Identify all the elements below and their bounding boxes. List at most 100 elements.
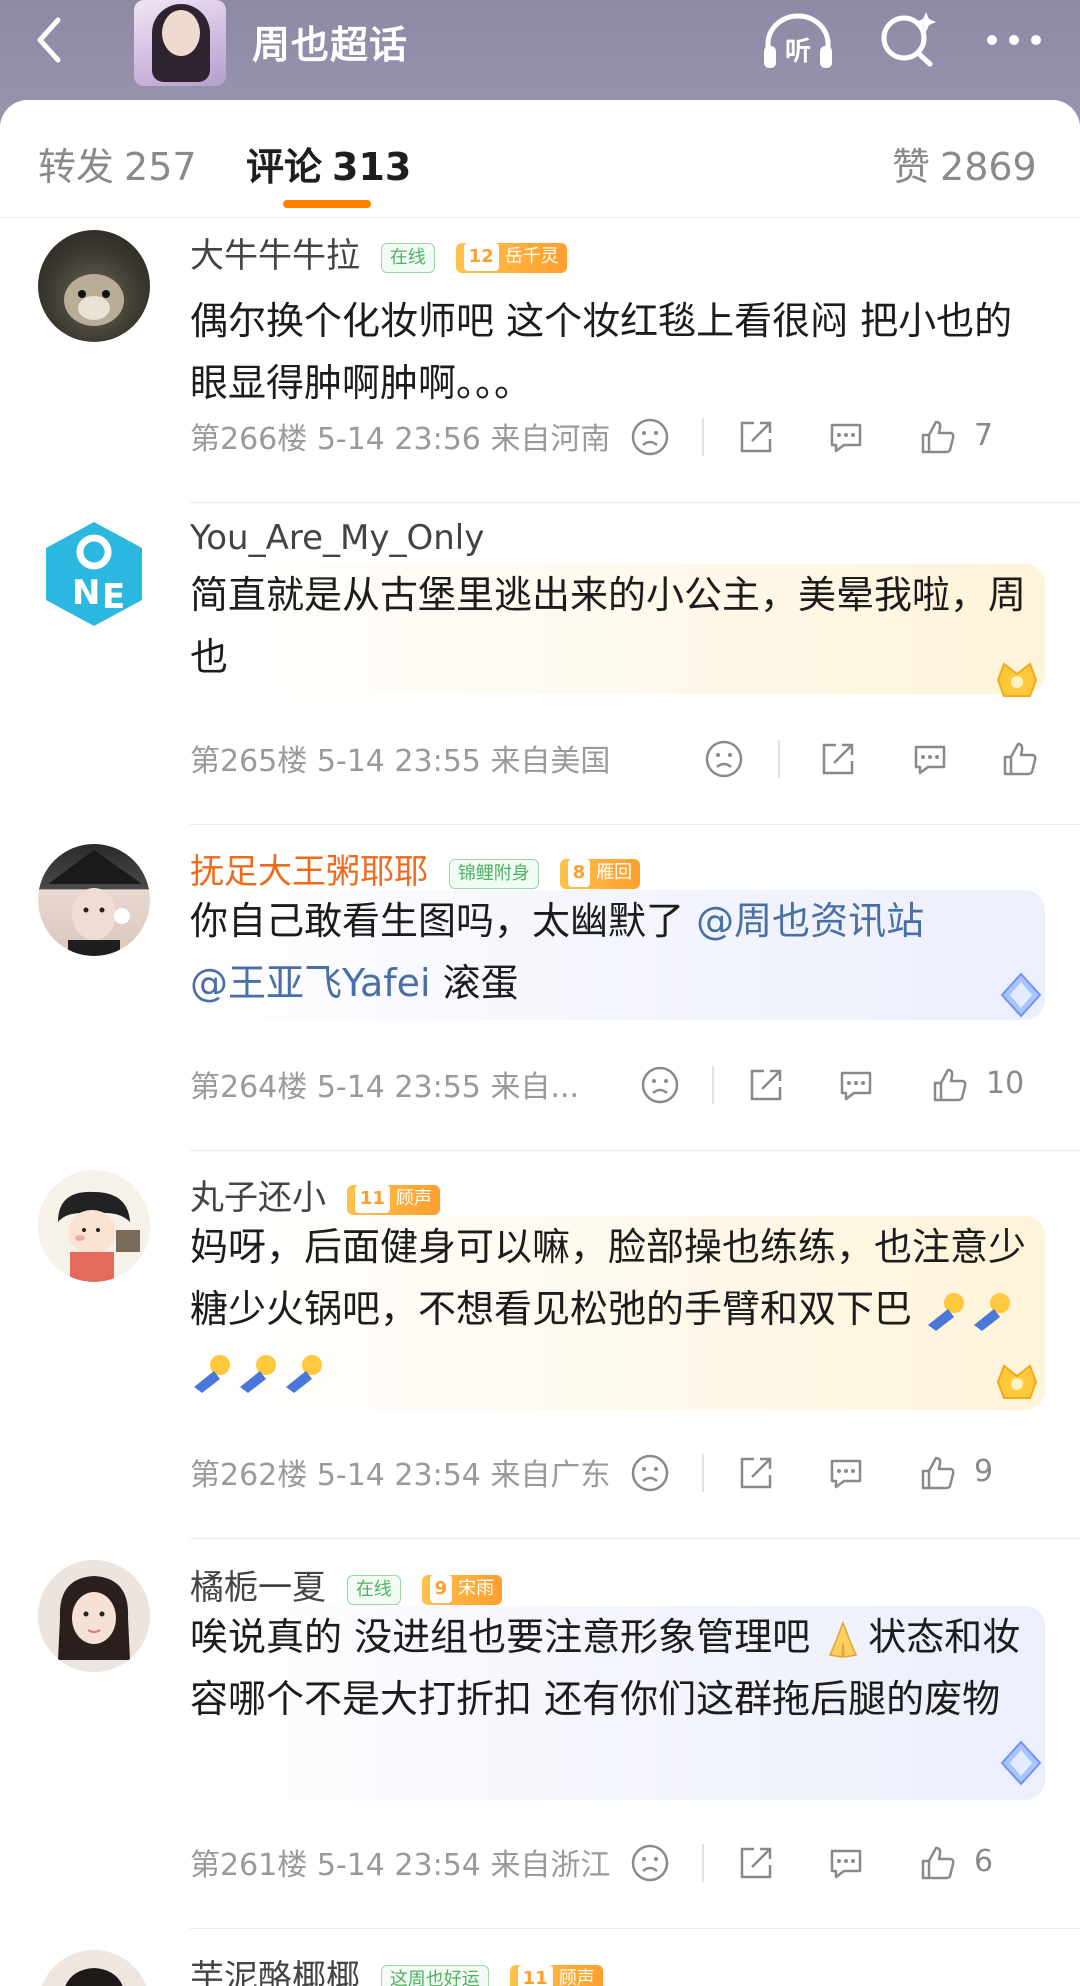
avatar[interactable] (38, 230, 150, 342)
sad-face-icon (631, 1844, 669, 1882)
blue-diamond-badge-icon (1000, 972, 1042, 1018)
avatar[interactable] (38, 1560, 150, 1672)
comment-meta: 第265楼 5-14 23:55 来自美国 (190, 736, 610, 780)
divider (190, 1150, 1080, 1151)
thumbs-up-icon (921, 1846, 955, 1880)
sad-face-icon (631, 1454, 669, 1492)
comment-username[interactable]: You_Are_My_Only (190, 518, 484, 558)
comment-actions: 6 (630, 1838, 1040, 1888)
tab-comments[interactable]: 评论 313 (246, 136, 411, 191)
share-icon (740, 1457, 772, 1489)
tab-likes[interactable]: 赞 2869 (892, 136, 1037, 191)
thumbs-up-icon (921, 420, 955, 454)
like-button[interactable]: 9 (918, 1448, 993, 1498)
more-button[interactable] (982, 20, 1046, 60)
comment-icon (914, 745, 946, 775)
comment-actions: 10 (640, 1060, 1040, 1110)
level-number: 12 (463, 242, 499, 271)
comment-actions: 9 (630, 1448, 1040, 1498)
worship-emoji-icon (194, 1354, 230, 1393)
tab-reposts[interactable]: 转发 257 (38, 136, 197, 191)
comment-time: 5-14 23:56 (316, 422, 481, 457)
reply-button[interactable] (910, 734, 950, 784)
divider (190, 502, 1080, 503)
listen-label: 听 (785, 37, 811, 67)
search-button[interactable] (876, 6, 938, 70)
dislike-button[interactable] (630, 412, 670, 462)
tab-label: 赞 (892, 145, 931, 189)
comment-text: 简直就是从古堡里逃出来的小公主，美晕我啦，周也 (190, 564, 1045, 694)
worship-emoji-icon (240, 1354, 276, 1393)
sad-face-icon (705, 740, 743, 778)
share-button[interactable] (736, 1838, 776, 1888)
comment-username[interactable]: 抚足大王粥耶耶 锦鲤附身 8 雁回 (190, 844, 641, 893)
comment-time: 5-14 23:55 (316, 1070, 481, 1105)
dislike-button[interactable] (640, 1060, 680, 1110)
share-button[interactable] (746, 1060, 786, 1110)
comment-username[interactable]: 大牛牛牛拉 在线 12 岳千灵 (190, 228, 567, 277)
week-luck-badge: 这周也好运 (380, 1964, 489, 1986)
comment-list[interactable]: 大牛牛牛拉 在线 12 岳千灵 偶尔换个化妆师吧 这个妆红毯上看很闷 把小也的眼显… (0, 218, 1080, 1986)
thumbs-up-icon (933, 1068, 967, 1102)
online-badge: 在线 (346, 1574, 401, 1605)
tab-label: 转发 (38, 145, 115, 189)
comment-location: 来自... (490, 1070, 580, 1105)
dislike-button[interactable] (704, 734, 744, 784)
comment-time: 5-14 23:54 (316, 1458, 481, 1493)
like-button[interactable]: 6 (918, 1838, 993, 1888)
listen-button[interactable]: 听 (760, 8, 836, 72)
more-dots-icon (987, 35, 1041, 45)
fan-level-badge: 9 宋雨 (421, 1574, 503, 1605)
share-icon (750, 1069, 782, 1101)
level-number: 9 (429, 1574, 453, 1603)
share-button[interactable] (818, 734, 858, 784)
comment-actions: 7 (630, 412, 1040, 462)
headphones-icon: 听 (764, 13, 832, 68)
share-icon (740, 421, 772, 453)
thumbs-up-icon (921, 1456, 955, 1490)
reply-button[interactable] (826, 1838, 866, 1888)
comment-username[interactable]: 橘栀一夏 在线 9 宋雨 (190, 1560, 503, 1609)
dislike-button[interactable] (630, 1838, 670, 1888)
share-button[interactable] (736, 1448, 776, 1498)
comment-text: 偶尔换个化妆师吧 这个妆红毯上看很闷 把小也的眼显得肿啊肿啊。。。 (190, 299, 1013, 405)
like-count: 10 (986, 1066, 1025, 1101)
comment-username[interactable]: 丸子还小 11 顾声 (190, 1170, 440, 1219)
comment-text: 唉说真的 没进组也要注意形象管理吧 状态和妆容哪个不是大打折扣 还有你们这群拖后… (190, 1606, 1045, 1800)
blue-diamond-badge-icon (1000, 1740, 1042, 1786)
reply-button[interactable] (836, 1060, 876, 1110)
avatar[interactable] (38, 844, 150, 956)
active-tab-indicator (283, 200, 371, 208)
comment-location: 来自广东 (490, 1458, 611, 1493)
comment-username[interactable]: 芋泥酪椰椰 这周也好运 11 顾声 (190, 1950, 603, 1986)
comment-icon (830, 1849, 862, 1879)
reply-button[interactable] (826, 412, 866, 462)
fan-level-badge: 11 顾声 (346, 1184, 440, 1215)
svg-text:N: N (72, 573, 100, 613)
mention-link[interactable]: @周也资讯站 (696, 899, 924, 943)
level-title: 岳千灵 (504, 245, 559, 267)
avatar[interactable] (38, 1170, 150, 1282)
worship-emoji-icon (974, 1292, 1011, 1331)
chevron-left-icon (37, 17, 61, 63)
like-button[interactable]: 10 (930, 1060, 1024, 1110)
floor-number: 第264楼 (190, 1070, 308, 1105)
tab-bar: 转发 257 评论 313 赞 2869 (0, 100, 1080, 218)
koi-badge: 锦鲤附身 (448, 858, 539, 889)
share-button[interactable] (736, 412, 776, 462)
back-button[interactable] (24, 12, 80, 68)
avatar[interactable]: NE (38, 518, 150, 630)
mention-link[interactable]: @王亚飞Yafei (190, 961, 431, 1005)
share-icon (822, 743, 854, 775)
tab-count: 2869 (940, 145, 1037, 189)
page-title[interactable]: 周也超话 (252, 14, 408, 69)
tab-label: 评论 (246, 145, 323, 189)
like-button[interactable]: 7 (918, 412, 993, 462)
search-icon (881, 12, 936, 67)
supertopic-cover[interactable] (134, 0, 226, 86)
like-count: 6 (974, 1844, 994, 1879)
reply-button[interactable] (826, 1448, 866, 1498)
avatar[interactable] (38, 1950, 150, 1986)
like-button[interactable] (1000, 734, 1040, 784)
dislike-button[interactable] (630, 1448, 670, 1498)
